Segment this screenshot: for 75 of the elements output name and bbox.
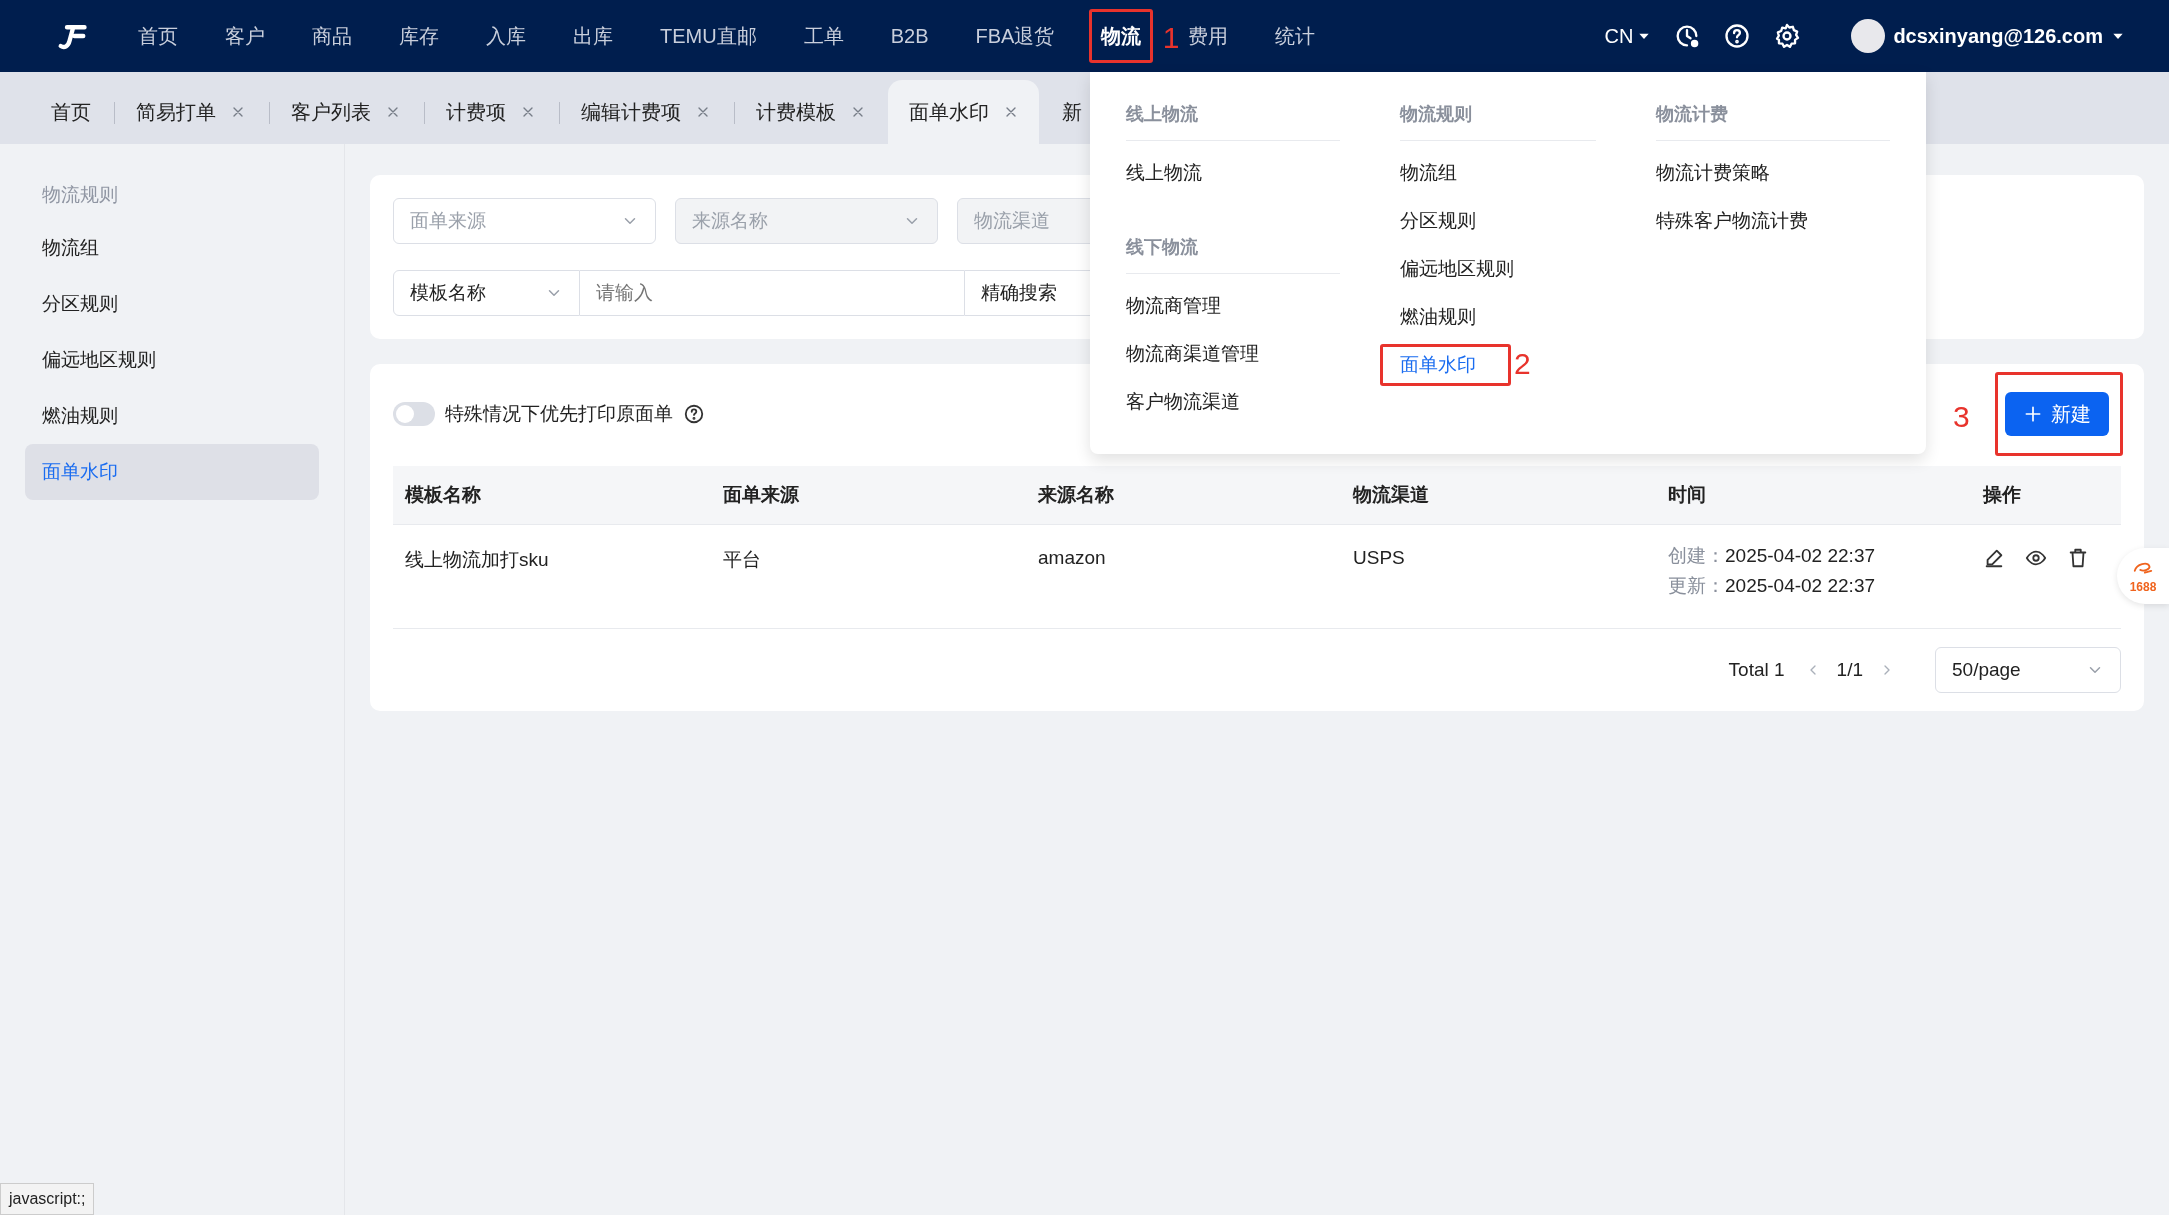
menu-item[interactable]: 分区规则 — [1400, 208, 1476, 234]
menu-item[interactable]: 面单水印 — [1400, 352, 1476, 378]
nav-item[interactable]: 费用 — [1188, 21, 1229, 51]
avatar-icon — [1851, 19, 1886, 53]
column-header: 来源名称 — [1026, 466, 1341, 525]
table-cell: 平台 — [711, 525, 1026, 629]
table-cell: amazon — [1026, 525, 1341, 629]
menu-item[interactable]: 物流计费策略 — [1656, 160, 1771, 186]
menu-group-heading: 线下物流 — [1126, 197, 1340, 274]
column-header: 物流渠道 — [1341, 466, 1656, 525]
column-header: 操作 — [1971, 466, 2121, 525]
tab[interactable]: 计费项 — [423, 80, 558, 144]
tab[interactable]: 简易打单 — [113, 80, 268, 144]
sidebar-heading: 物流规则 — [41, 183, 119, 207]
column-header: 面单来源 — [711, 466, 1026, 525]
total-count: Total 1 — [1728, 659, 1785, 681]
help-icon[interactable] — [1723, 22, 1752, 50]
new-button[interactable]: 新建 — [2005, 392, 2109, 436]
tab[interactable]: 首页 — [28, 80, 113, 144]
page-indicator: 1/1 — [1836, 659, 1863, 681]
tab[interactable]: 客户列表 — [268, 80, 423, 144]
annotation-number: 2 — [1514, 349, 1531, 379]
annotation-number: 1 — [1162, 23, 1180, 53]
edit-icon[interactable] — [1983, 547, 2005, 569]
menu-group-heading: 线上物流 — [1126, 72, 1340, 141]
nav-item[interactable]: TEMU直邮 — [660, 21, 757, 51]
time-label: 创建： — [1668, 545, 1725, 566]
nav-item[interactable]: B2B — [890, 21, 929, 51]
help-icon[interactable] — [683, 403, 705, 425]
menu-item[interactable]: 偏远地区规则 — [1400, 256, 1514, 282]
nav-item[interactable]: 客户 — [225, 21, 265, 51]
annotation-number: 3 — [1953, 402, 1970, 432]
status-url: javascript:; — [0, 1183, 95, 1215]
settings-icon[interactable] — [1773, 22, 1802, 50]
nav-item[interactable]: 入库 — [486, 21, 526, 51]
nav-item[interactable]: FBA退货 — [975, 21, 1055, 51]
sidebar-item[interactable]: 分区规则 — [25, 276, 319, 332]
nav-item[interactable]: 库存 — [399, 21, 439, 51]
sidebar-item[interactable]: 偏远地区规则 — [25, 332, 319, 388]
menu-item[interactable]: 物流商渠道管理 — [1126, 341, 1259, 367]
nav-item[interactable]: 物流 — [1101, 21, 1142, 51]
plus-icon — [2023, 404, 2043, 424]
sidebar-item[interactable]: 物流组 — [25, 220, 319, 276]
sidebar-item[interactable]: 面单水印 — [25, 444, 319, 500]
nav-item[interactable]: 统计 — [1275, 21, 1316, 51]
table-cell: 线上物流加打sku — [393, 525, 711, 629]
toggle-switch[interactable] — [393, 402, 435, 426]
delete-icon[interactable] — [2067, 547, 2089, 569]
page-size-select[interactable]: 50/page — [1935, 647, 2121, 693]
nav-item[interactable]: 首页 — [138, 21, 178, 51]
language-dropdown[interactable]: CN — [1604, 24, 1652, 48]
nav-item[interactable]: 工单 — [803, 21, 844, 51]
tab[interactable]: 面单水印 — [888, 80, 1039, 144]
sidebar-item[interactable]: 燃油规则 — [25, 388, 319, 444]
menu-item[interactable]: 物流组 — [1400, 160, 1457, 186]
column-header: 时间 — [1656, 466, 1971, 525]
time-value: 2025-04-02 22:37 — [1725, 575, 1875, 596]
time-label: 更新： — [1668, 575, 1725, 596]
menu-item[interactable]: 客户物流渠道 — [1126, 389, 1240, 415]
menu-group-heading: 物流规则 — [1400, 72, 1597, 141]
menu-item[interactable]: 特殊客户物流计费 — [1656, 208, 1809, 234]
search-field[interactable]: 请输入 — [580, 270, 964, 316]
nav-item[interactable]: 商品 — [312, 21, 352, 51]
tab[interactable]: 编辑计费项 — [558, 80, 733, 144]
user-menu[interactable]: dcsxinyang@126.com — [1851, 19, 2125, 53]
select-field[interactable]: 模板名称 — [393, 270, 580, 316]
menu-item[interactable]: 燃油规则 — [1400, 304, 1476, 330]
time-value: 2025-04-02 22:37 — [1725, 545, 1875, 566]
menu-group-heading: 物流计费 — [1656, 72, 1890, 141]
tab[interactable]: 计费模板 — [733, 80, 888, 144]
menu-item[interactable]: 线上物流 — [1126, 160, 1202, 186]
toggle-label: 特殊情况下优先打印原面单 — [445, 402, 673, 426]
nav-item[interactable]: 出库 — [573, 21, 613, 51]
column-header: 模板名称 — [393, 466, 711, 525]
table-cell: USPS — [1341, 525, 1656, 629]
